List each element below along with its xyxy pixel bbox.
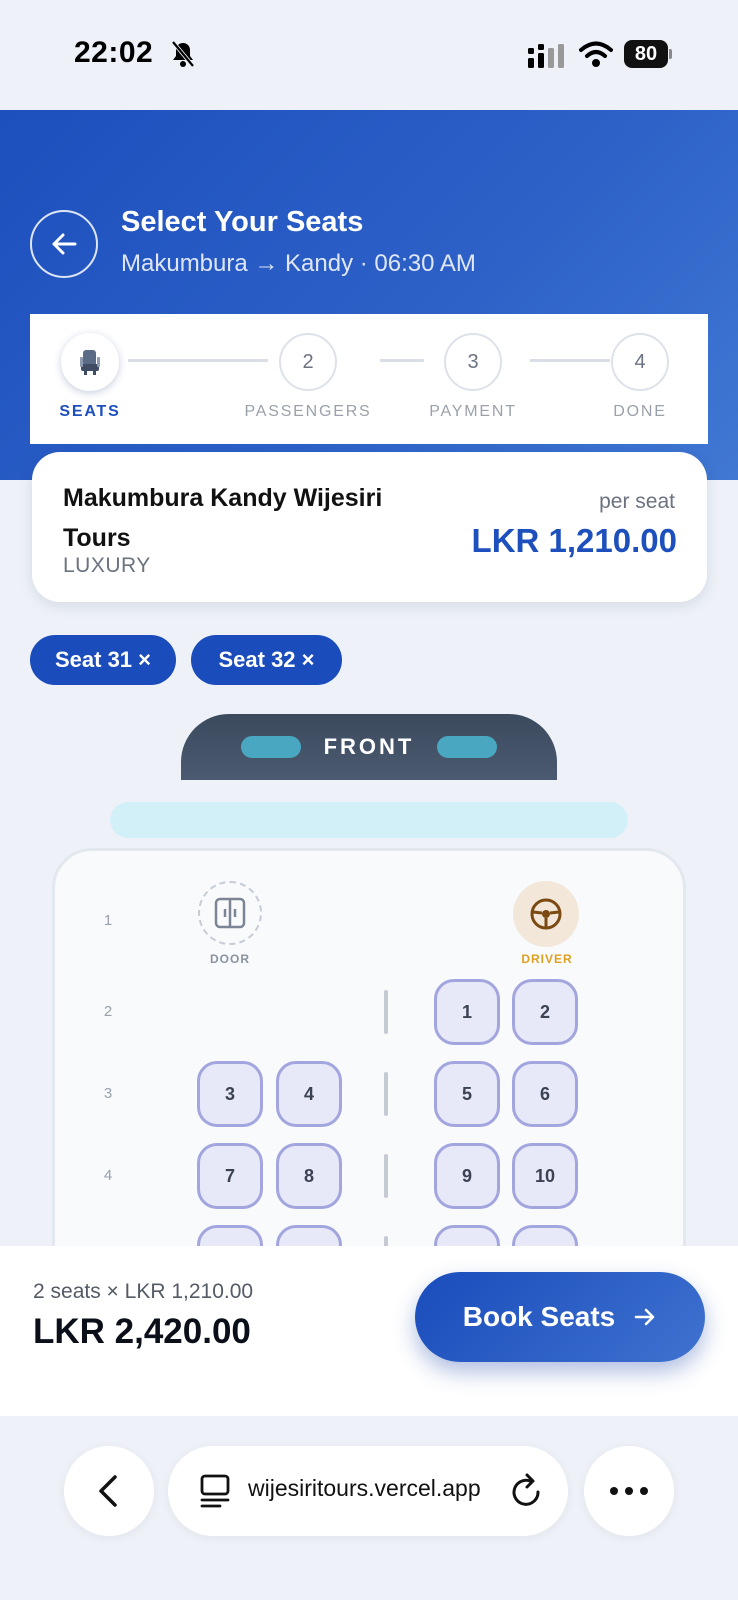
seat-button[interactable]: 6 [512,1061,578,1127]
bell-muted-icon [171,40,195,68]
steering-wheel-icon [513,881,579,947]
seat-button[interactable]: 4 [276,1061,342,1127]
total-price: LKR 2,420.00 [33,1312,251,1351]
arrow-right-icon [635,1308,655,1326]
page: 22:02 80 Select Your Seats Makumbura → K… [0,0,738,1600]
url-text: wijesiritours.vercel.app [248,1475,481,1501]
operator-name: Makumbura Kandy Wijesiri Tours [63,484,383,552]
bus-front: FRONT [181,714,557,780]
booking-summary-bar: 2 seats × LKR 1,210.00 LKR 2,420.00 Book… [0,1246,738,1416]
arrow-left-icon [52,233,77,255]
selected-seat-chip[interactable]: Seat 31 × [30,635,176,685]
step-payment[interactable]: 3 [444,333,502,391]
battery-level: 80 [624,40,668,68]
seat-price: LKR 1,210.00 [471,522,677,559]
tabs-icon [200,1474,230,1508]
front-label: FRONT [323,734,415,759]
more-options-button[interactable] [584,1446,674,1536]
aisle-divider [384,990,388,1034]
seat-button[interactable]: 8 [276,1143,342,1209]
route-subtitle: Makumbura → Kandy · 06:30 AM [121,250,476,277]
seat-button[interactable]: 9 [434,1143,500,1209]
page-title: Select Your Seats [121,206,364,238]
windshield [110,802,628,838]
battery-icon: 80 [624,40,672,68]
row-number: 4 [103,1167,113,1184]
step-seats[interactable] [61,333,119,391]
row-number: 1 [103,912,113,929]
selected-seat-chip[interactable]: Seat 32 × [191,635,342,685]
browser-back-button[interactable] [64,1446,154,1536]
door-icon [198,881,262,945]
browser-toolbar: wijesiritours.vercel.app [0,1416,738,1600]
status-bar: 22:02 80 [0,0,738,110]
step-label-done: DONE [613,403,667,420]
chevron-left-icon [99,1475,117,1507]
driver-label: DRIVER [521,952,573,966]
reload-icon[interactable] [508,1472,544,1510]
aisle-divider [384,1154,388,1198]
per-seat-label: per seat [599,490,675,513]
book-seats-label: Book Seats [462,1301,616,1332]
row-number: 3 [103,1085,113,1102]
seat-button[interactable]: 3 [197,1061,263,1127]
step-label-payment: PAYMENT [429,403,517,420]
seat-button[interactable]: 5 [434,1061,500,1127]
step-label-passengers: PASSENGERS [244,403,372,420]
book-seats-button[interactable]: Book Seats [415,1272,705,1362]
signal-icon [528,44,564,68]
seat-button[interactable]: 10 [512,1143,578,1209]
seat-button[interactable]: 7 [197,1143,263,1209]
address-bar[interactable]: wijesiritours.vercel.app [168,1446,568,1536]
seat-icon [80,350,100,375]
aisle-divider [384,1072,388,1116]
seat-button[interactable]: 1 [434,979,500,1045]
seat-button[interactable]: 2 [512,979,578,1045]
row-number: 2 [103,1003,113,1020]
wifi-icon [579,41,613,67]
door-label: DOOR [210,952,250,966]
step-passengers[interactable]: 2 [279,333,337,391]
step-label-seats: SEATS [59,403,121,420]
back-button[interactable] [30,210,98,278]
seat-count-summary: 2 seats × LKR 1,210.00 [33,1280,254,1303]
booking-stepper: 2 3 4 SEATS PASSENGERS PAYMENT DONE [30,314,708,444]
status-time: 22:02 [74,36,154,69]
operator-card: Makumbura Kandy Wijesiri Tours LUXURY pe… [32,452,707,602]
step-done[interactable]: 4 [611,333,669,391]
bus-class: LUXURY [63,554,151,577]
headlight-right [437,736,497,758]
more-horizontal-icon [610,1487,648,1495]
